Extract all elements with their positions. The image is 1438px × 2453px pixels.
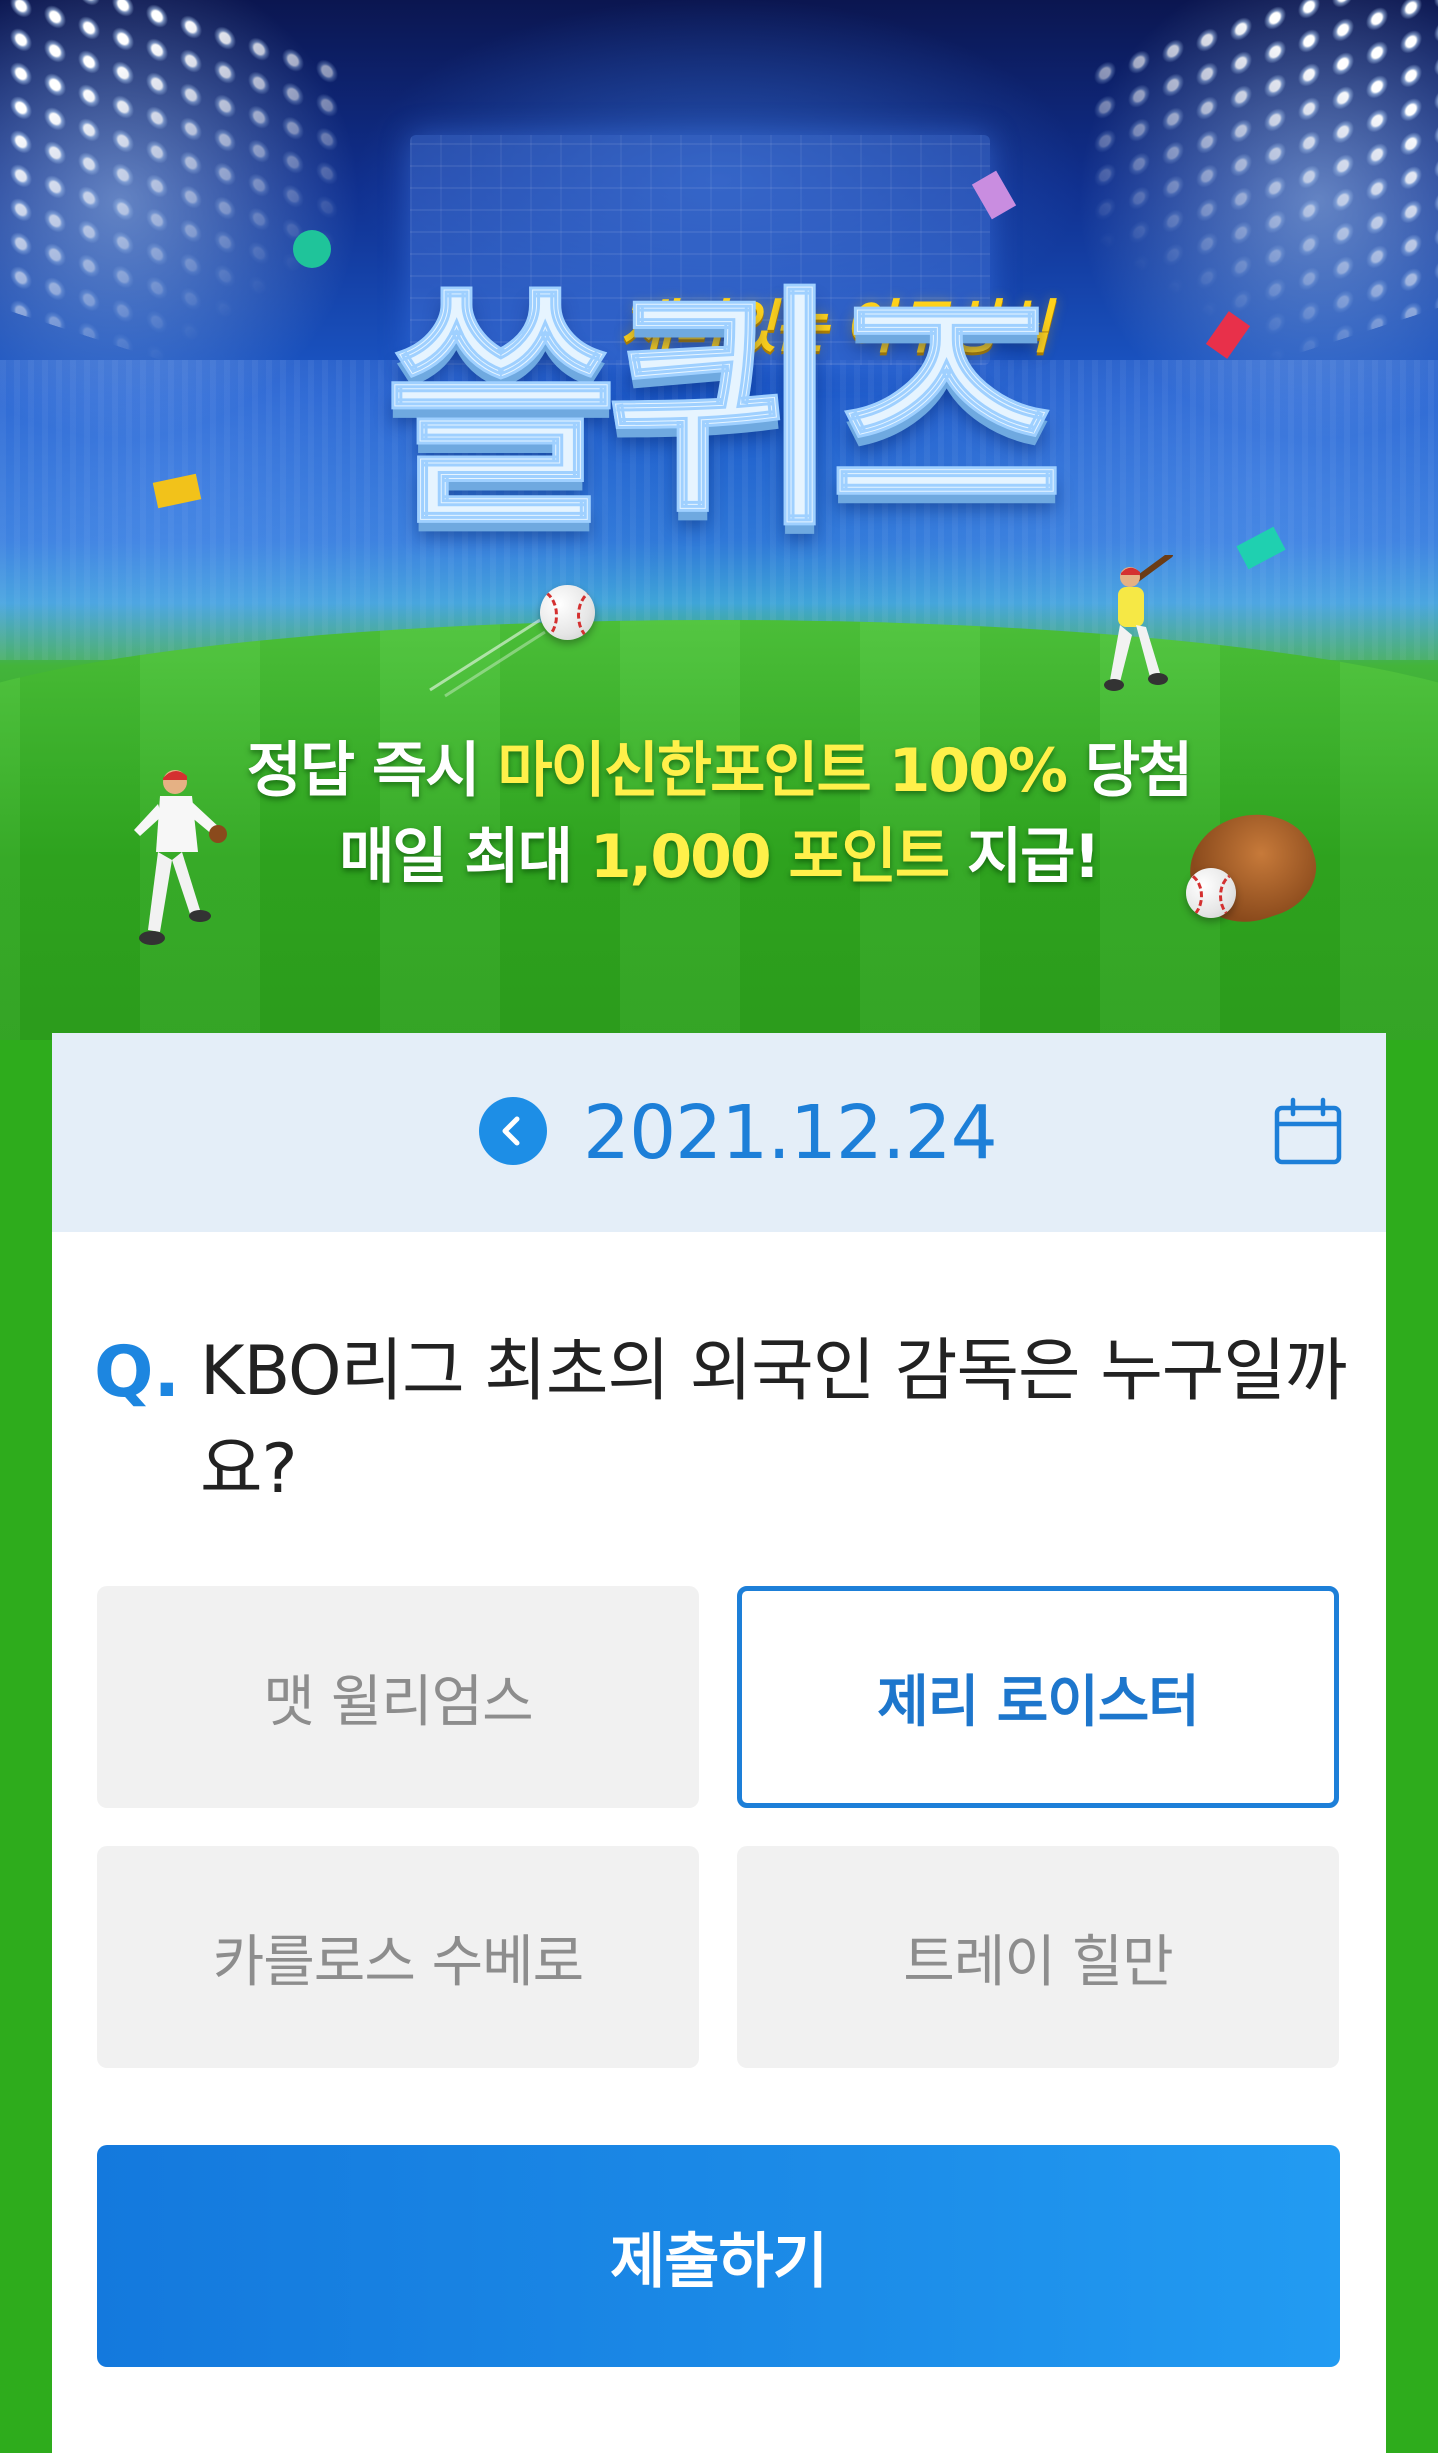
promo-text: 지급! — [948, 822, 1101, 892]
quiz-date: 2021.12.24 — [583, 1090, 998, 1176]
promo-text: 매일 최대 — [339, 822, 590, 892]
hero-promo-line-2: 매일 최대 1,000 포인트 지급! — [0, 808, 1438, 895]
promo-text: 정답 즉시 — [246, 736, 498, 806]
ball-trail-lines — [429, 618, 546, 698]
answer-option-2[interactable]: 제리 로이스터 — [737, 1586, 1339, 1808]
submit-button[interactable]: 제출하기 — [97, 2145, 1340, 2367]
calendar-icon — [1274, 1097, 1342, 1165]
chevron-left-icon — [502, 1116, 520, 1146]
confetti-dot — [293, 230, 331, 268]
hero-title-logo: 쓸퀴즈 — [383, 264, 1066, 561]
baseball-icon — [540, 585, 595, 640]
promo-text: 당첨 — [1065, 736, 1193, 806]
hero-promo-line-1: 정답 즉시 마이신한포인트 100% 당첨 — [0, 722, 1438, 809]
date-bar: 2021.12.24 — [52, 1033, 1386, 1232]
hero-banner: 재미있는 야구상식 쓸퀴즈 정답 즉시 마이신한포인트 100% 당첨 매일 최… — [0, 0, 1438, 1040]
answer-option-4[interactable]: 트레이 힐만 — [737, 1846, 1339, 2068]
calendar-button[interactable] — [1272, 1096, 1344, 1168]
batter-player-icon — [1104, 555, 1173, 691]
promo-highlight: 마이신한포인트 100% — [497, 736, 1068, 806]
question-prefix: Q. — [94, 1331, 181, 1413]
prev-date-button[interactable] — [479, 1097, 547, 1165]
answer-option-1[interactable]: 맷 윌리엄스 — [97, 1586, 699, 1808]
question-text: KBO리그 최초의 외국인 감독은 누구일까요? — [200, 1332, 1347, 1509]
answer-option-3[interactable]: 카를로스 수베로 — [97, 1846, 699, 2068]
promo-highlight: 1,000 포인트 — [589, 822, 950, 892]
quiz-card: 2021.12.24 Q. KBO리그 최초의 외국인 감독은 누구일까요? 맷… — [52, 1033, 1386, 2453]
